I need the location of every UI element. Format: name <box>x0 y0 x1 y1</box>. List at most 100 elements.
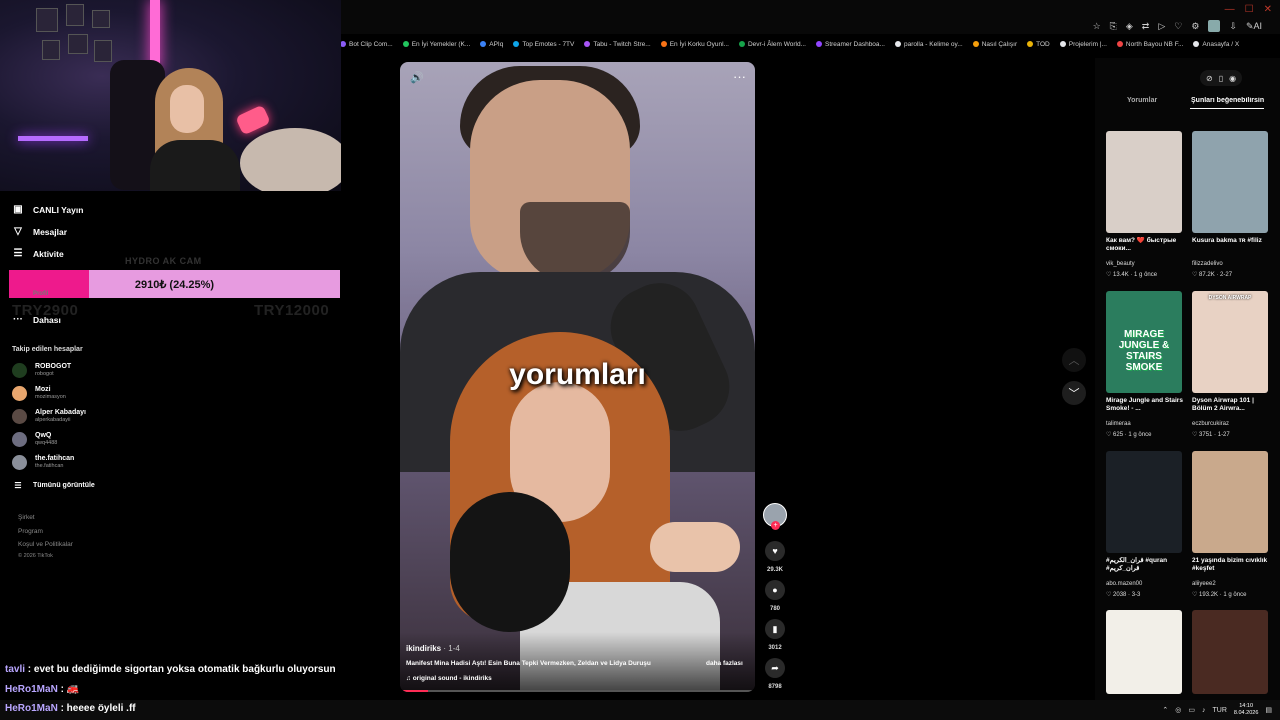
bookmark-item[interactable]: En İyi Yemekler (K... <box>402 41 470 48</box>
wall-frame <box>36 8 58 32</box>
share-button[interactable]: ➦ <box>765 658 785 678</box>
download-icon[interactable]: ⇩ <box>1229 21 1237 32</box>
heart-icon[interactable]: ♡ <box>1174 21 1182 32</box>
video-author[interactable]: filizzadelivo <box>1192 261 1223 267</box>
video-thumbnail[interactable]: MIRAGE JUNGLE & STAIRS SMOKE <box>1106 291 1182 393</box>
bookmark-item[interactable]: APIq <box>480 41 503 48</box>
video-author[interactable]: ikindiriks · 1-4 <box>406 644 460 653</box>
bookmark-item[interactable]: Projelerim |... <box>1059 41 1107 48</box>
video-thumbnail[interactable]: DYSON AIRWRAP <box>1192 291 1268 393</box>
save-button[interactable]: ▮ <box>765 619 785 639</box>
video-thumbnail[interactable] <box>1192 451 1268 553</box>
bookmark-item[interactable]: parolla - Kelime oy... <box>894 40 963 48</box>
account-name: ROBOGOT <box>35 363 72 370</box>
minimize-icon[interactable]: — <box>1225 4 1235 15</box>
shield-icon[interactable]: ◈ <box>1126 21 1133 32</box>
bookmark-item[interactable]: TOD <box>1027 41 1050 48</box>
tab-comments[interactable]: Yorumlar <box>1127 97 1157 104</box>
clock[interactable]: 14:10 8.04.2026 <box>1234 703 1258 717</box>
tab-you-may-like[interactable]: Şunları beğenebilirsin <box>1191 97 1267 104</box>
video-title[interactable]: Dyson Airwrap 101 | Bölüm 2 Airwra... <box>1192 397 1272 413</box>
nav-activity[interactable]: ☰ Aktivite <box>12 248 64 259</box>
followed-account[interactable]: Mozi mozimasyon <box>12 386 66 401</box>
user-avatar-icon[interactable]: ◉ <box>1229 74 1236 83</box>
footer-link-company[interactable]: Şirket <box>18 514 35 521</box>
profile-avatar[interactable] <box>1208 20 1221 32</box>
bookmark-label: Streamer Dashboa... <box>824 40 885 48</box>
video-progress-fill <box>400 690 429 692</box>
video-date: · 1-4 <box>443 644 460 653</box>
device-icon[interactable]: ▯ <box>1219 74 1223 83</box>
video-title[interactable]: 21 yaşında bizim cıvıklık #keşfet <box>1192 557 1272 573</box>
video-player[interactable]: yorumları 🔊 ··· ikindiriks · 1-4 Manifes… <box>400 62 755 692</box>
bookmark-item[interactable]: Top Emotes - 7TV <box>513 41 574 48</box>
video-thumbnail[interactable] <box>1106 131 1182 233</box>
like-button[interactable]: ♥ <box>765 541 785 561</box>
bookmark-item[interactable]: Devr-i Âlem World... <box>738 41 806 48</box>
see-more-link[interactable]: daha fazlası <box>706 660 743 667</box>
video-progress-bar[interactable] <box>400 690 755 692</box>
video-title[interactable]: Mirage Jungle and Stairs Smoke! - ... <box>1106 397 1186 413</box>
volume-icon[interactable]: 🔊 <box>410 71 424 84</box>
volume-icon[interactable]: ♪ <box>1202 707 1206 714</box>
close-icon[interactable]: ✕ <box>1264 4 1272 15</box>
bookmark-item[interactable]: Bot Clip Com... <box>340 41 393 48</box>
video-title[interactable]: Как вам? ❤️ быстрые смоки... <box>1106 237 1186 253</box>
video-author[interactable]: talimeraa <box>1106 421 1131 427</box>
footer-link-terms[interactable]: Koşul ve Politikalar <box>18 541 73 548</box>
play-icon[interactable]: ▷ <box>1158 21 1165 32</box>
wall-frame <box>94 40 112 62</box>
extensions-icon[interactable]: ⚙ <box>1191 21 1199 32</box>
network-icon[interactable]: ◎ <box>1175 706 1181 714</box>
next-video-button[interactable]: ﹀ <box>1062 381 1086 405</box>
followed-account[interactable]: Alper Kabadayı alperkabadayii <box>12 409 86 424</box>
video-author[interactable]: eczburcukiraz <box>1192 421 1229 427</box>
bookmark-item[interactable]: North Bayou NB F... <box>1116 41 1183 48</box>
follow-plus-icon[interactable]: + <box>771 521 780 530</box>
video-thumbnail[interactable] <box>1106 610 1182 694</box>
explore-icon[interactable]: ⊘ <box>1206 74 1213 83</box>
video-author[interactable]: vik_beauty <box>1106 261 1135 267</box>
bookmark-icon[interactable]: ☆ <box>1093 21 1101 32</box>
comment-button[interactable]: ● <box>765 580 785 600</box>
previous-video-button[interactable]: ︿ <box>1062 348 1086 372</box>
followed-account[interactable]: ROBOGOT robogot <box>12 363 71 378</box>
activity-icon: ☰ <box>13 248 23 259</box>
bookmark-item[interactable]: Tabu - Twitch Stre... <box>584 41 651 48</box>
video-thumbnail[interactable] <box>1192 610 1268 694</box>
bookmark-item[interactable]: Anasayfa / X <box>1193 41 1239 48</box>
chevron-up-icon[interactable]: ⌃ <box>1162 706 1168 714</box>
battery-icon[interactable]: ▭ <box>1188 706 1195 714</box>
video-author[interactable]: aliiyeee2 <box>1192 581 1216 587</box>
footer-link-program[interactable]: Program <box>18 528 43 535</box>
video-title[interactable]: #قرآن_الكريم #quran #قران_كريم <box>1106 557 1186 573</box>
video-title[interactable]: Kusura bakma ᴛʀ #filiz <box>1192 237 1272 245</box>
bookmark-label: parolla - Kelime oy... <box>903 40 963 48</box>
followed-account[interactable]: QwQ qwq4488 <box>12 432 57 447</box>
notification-icon[interactable]: ▤ <box>1265 706 1272 714</box>
video-thumbnail[interactable] <box>1192 131 1268 233</box>
ai-button[interactable]: ✎AI <box>1246 21 1262 32</box>
maximize-icon[interactable]: ☐ <box>1245 4 1254 15</box>
nav-profile[interactable]: Profil <box>12 291 48 297</box>
see-all-accounts[interactable]: ☰ Tümünü görüntüle <box>12 481 94 490</box>
bookmark-item[interactable]: Streamer Dashboa... <box>815 40 885 48</box>
translate-icon[interactable]: ⇄ <box>1142 21 1150 32</box>
account-name: Mozi <box>35 386 51 393</box>
bookmark-item[interactable]: En İyi Korku Oyunl... <box>660 41 729 48</box>
nav-live[interactable]: ▣ CANLI Yayın <box>12 204 83 215</box>
account-handle: mozimasyon <box>35 394 66 400</box>
video-thumbnail[interactable] <box>1106 451 1182 553</box>
nav-more[interactable]: ··· Dahası <box>12 314 61 325</box>
bookmark-item[interactable]: Nasıl Çalışır <box>972 41 1017 48</box>
creator-avatar[interactable]: + <box>763 503 787 530</box>
video-author[interactable]: abo.mazen00 <box>1106 581 1142 587</box>
thumbnail-text: MIRAGE JUNGLE & STAIRS SMOKE <box>1118 329 1170 373</box>
account-name: Alper Kabadayı <box>35 409 86 416</box>
video-sound[interactable]: ♫ original sound - ikindiriks <box>406 675 492 682</box>
nav-messages[interactable]: ▽ Mesajlar <box>12 226 67 237</box>
screenshot-icon[interactable]: ⎘ <box>1110 21 1117 32</box>
followed-account[interactable]: the.fatihcan the.fatihcan <box>12 455 74 470</box>
language-indicator[interactable]: TUR <box>1213 707 1227 714</box>
more-options-icon[interactable]: ··· <box>733 69 746 84</box>
